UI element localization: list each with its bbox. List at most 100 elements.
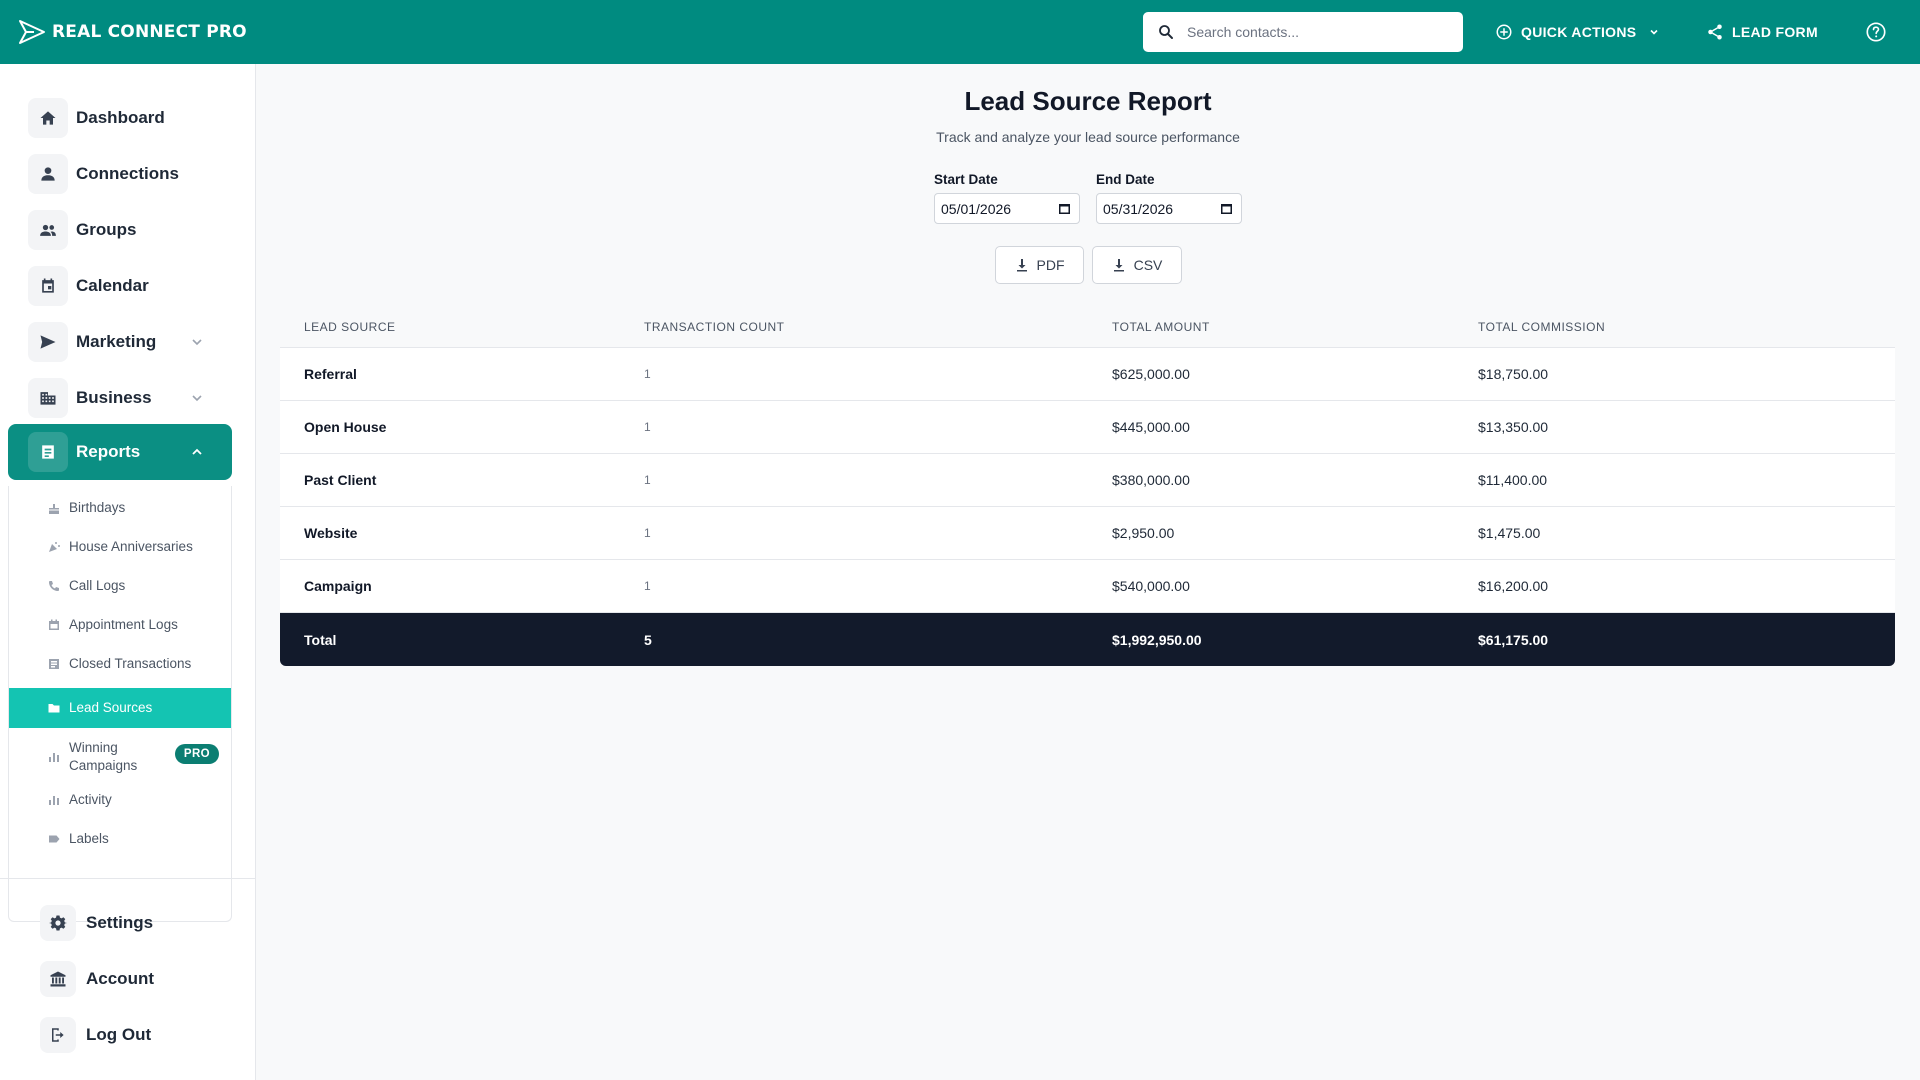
- submenu-item-call-logs[interactable]: Call Logs: [9, 570, 231, 602]
- help-button[interactable]: [1865, 0, 1887, 64]
- submenu-item-activity[interactable]: Activity: [9, 784, 231, 816]
- gear-icon: [40, 905, 76, 941]
- download-icon: [1113, 259, 1124, 272]
- plus-circle-icon: [1496, 24, 1512, 40]
- sidebar-item-label: Business: [76, 388, 152, 407]
- building-icon: [28, 378, 68, 418]
- share-icon: [1708, 24, 1722, 40]
- submenu-item-house-anniversaries[interactable]: House Anniversaries: [9, 531, 231, 563]
- column-header-transaction-count[interactable]: TRANSACTION COUNT: [644, 320, 785, 334]
- total-commission-cell: $18,750.00: [1478, 366, 1549, 382]
- submenu-item-birthdays[interactable]: Birthdays: [9, 492, 231, 524]
- home-icon: [28, 98, 68, 138]
- top-bar: REAL CONNECT PRO QUICK ACTIONS LEAD FORM: [0, 0, 1920, 64]
- end-date-group: End Date 05/31/2026: [1096, 172, 1242, 224]
- submenu-item-winning-campaigns[interactable]: Winning Campaigns PRO: [9, 734, 231, 780]
- export-pdf-button[interactable]: PDF: [995, 246, 1084, 284]
- sidebar-item-logout[interactable]: Log Out: [40, 1013, 151, 1057]
- submenu-item-closed-transactions[interactable]: Closed Transactions: [9, 648, 231, 680]
- csv-label: CSV: [1133, 257, 1163, 273]
- sidebar-item-settings[interactable]: Settings: [40, 901, 153, 945]
- sidebar-item-reports[interactable]: Reports: [8, 424, 232, 480]
- sidebar-divider: [0, 878, 255, 879]
- lead-source-cell: Website: [304, 525, 358, 541]
- brand-logo[interactable]: REAL CONNECT PRO: [18, 19, 247, 45]
- sidebar-item-label: Groups: [76, 220, 137, 239]
- submenu-item-lead-sources[interactable]: Lead Sources: [9, 688, 231, 728]
- search-bar[interactable]: [1143, 12, 1463, 52]
- total-commission-cell: $16,200.00: [1478, 578, 1549, 594]
- sidebar-item-label: Connections: [76, 164, 179, 183]
- transaction-count-cell: 1: [644, 367, 651, 381]
- start-date-group: Start Date 05/01/2026: [934, 172, 1080, 224]
- total-commission: $61,175.00: [1478, 631, 1549, 648]
- download-icon: [1016, 259, 1027, 272]
- folder-icon: [47, 701, 61, 715]
- sidebar-item-label: Account: [86, 969, 154, 988]
- bar-chart-icon: [47, 793, 61, 807]
- bank-icon: [40, 961, 76, 997]
- submenu-item-label: Birthdays: [69, 500, 126, 515]
- column-header-lead-source[interactable]: LEAD SOURCE: [304, 320, 396, 334]
- lead-source-cell: Referral: [304, 366, 357, 382]
- total-amount-cell: $2,950.00: [1112, 525, 1175, 541]
- start-date-input[interactable]: 05/01/2026: [934, 193, 1080, 224]
- table-row: Open House 1 $445,000.00 $13,350.00: [280, 401, 1895, 454]
- export-csv-button[interactable]: CSV: [1092, 246, 1182, 284]
- table-row: Referral 1 $625,000.00 $18,750.00: [280, 348, 1895, 401]
- transaction-count-cell: 1: [644, 473, 651, 487]
- lead-form-button[interactable]: LEAD FORM: [1706, 0, 1818, 64]
- submenu-item-appointment-logs[interactable]: Appointment Logs: [9, 609, 231, 641]
- sidebar-item-groups[interactable]: Groups: [8, 203, 232, 257]
- lead-source-cell: Open House: [304, 419, 387, 435]
- cake-icon: [47, 501, 61, 515]
- calendar-icon: [47, 618, 61, 632]
- start-date-label: Start Date: [934, 172, 998, 187]
- celebration-icon: [47, 540, 61, 554]
- sidebar-item-business[interactable]: Business: [8, 371, 232, 425]
- sidebar-item-label: Log Out: [86, 1025, 152, 1044]
- end-date-value: 05/31/2026: [1103, 200, 1174, 217]
- sidebar-item-label: Calendar: [76, 276, 149, 295]
- total-count: 5: [644, 631, 652, 648]
- sidebar-item-label: Reports: [76, 442, 141, 461]
- submenu-item-label: Call Logs: [69, 578, 126, 593]
- total-amount: $1,992,950.00: [1112, 631, 1202, 648]
- transaction-count-cell: 1: [644, 420, 651, 434]
- bar-chart-icon: [47, 750, 61, 764]
- table-row: Campaign 1 $540,000.00 $16,200.00: [280, 560, 1895, 613]
- total-commission-cell: $11,400.00: [1478, 472, 1548, 488]
- column-header-total-commission[interactable]: TOTAL COMMISSION: [1478, 320, 1605, 334]
- column-header-total-amount[interactable]: TOTAL AMOUNT: [1112, 320, 1210, 334]
- page-subtitle: Track and analyze your lead source perfo…: [936, 129, 1240, 145]
- submenu-item-label: Appointment Logs: [69, 617, 178, 632]
- total-amount-cell: $625,000.00: [1112, 366, 1190, 382]
- quick-actions-label: QUICK ACTIONS: [1521, 24, 1637, 40]
- label-icon: [47, 832, 61, 846]
- lead-source-table: LEAD SOURCE TRANSACTION COUNT TOTAL AMOU…: [280, 306, 1895, 666]
- sidebar-item-label: Settings: [86, 913, 154, 932]
- chevron-down-icon: [192, 395, 202, 402]
- sidebar-item-account[interactable]: Account: [40, 957, 154, 1001]
- sidebar-item-dashboard[interactable]: Dashboard: [8, 91, 232, 145]
- search-icon: [1159, 25, 1173, 39]
- calendar-icon[interactable]: [1220, 202, 1233, 215]
- table-row: Past Client 1 $380,000.00 $11,400.00: [280, 454, 1895, 507]
- total-amount-cell: $445,000.00: [1112, 419, 1190, 435]
- sidebar-item-marketing[interactable]: Marketing: [8, 315, 232, 369]
- report-icon: [28, 432, 68, 472]
- submenu-item-labels[interactable]: Labels: [9, 823, 231, 855]
- page-title: Lead Source Report: [964, 86, 1212, 116]
- quick-actions-button[interactable]: QUICK ACTIONS: [1495, 0, 1660, 64]
- sidebar-item-calendar[interactable]: Calendar: [8, 259, 232, 313]
- lead-form-label: LEAD FORM: [1732, 24, 1818, 40]
- chevron-up-icon: [192, 448, 202, 455]
- end-date-input[interactable]: 05/31/2026: [1096, 193, 1242, 224]
- sidebar: Dashboard Connections Groups Calendar Ma…: [0, 64, 256, 1080]
- submenu-item-label: House Anniversaries: [69, 539, 193, 554]
- transaction-count-cell: 1: [644, 526, 651, 540]
- sidebar-item-connections[interactable]: Connections: [8, 147, 232, 201]
- calendar-icon[interactable]: [1058, 202, 1071, 215]
- submenu-item-label: Closed Transactions: [69, 656, 192, 671]
- search-input[interactable]: [1187, 24, 1447, 40]
